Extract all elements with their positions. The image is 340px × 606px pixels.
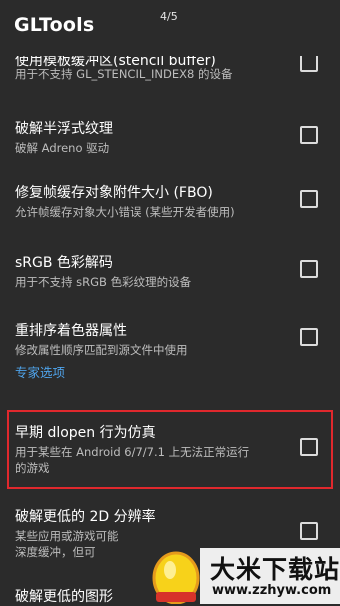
checkbox[interactable]: [300, 260, 318, 278]
setting-summary: 破解 Adreno 驱动: [15, 141, 110, 155]
setting-summary-line2: 深度缓冲，但可: [15, 545, 96, 559]
page-indicator: 4/5: [160, 10, 178, 23]
setting-summary: 允许帧缓存对象大小错误 (某些开发者使用): [15, 205, 235, 219]
setting-title: 破解更低的图形: [15, 589, 113, 605]
setting-title: 重排序着色器属性: [15, 323, 127, 339]
setting-title: 修复帧缓存对象附件大小 (FBO): [15, 185, 213, 201]
setting-srgb-decode[interactable]: sRGB 色彩解码 用于不支持 sRGB 色彩纹理的设备: [0, 238, 340, 306]
rice-logo-icon: [152, 551, 200, 604]
section-header-expert: 专家选项: [15, 365, 66, 380]
checkbox[interactable]: [300, 522, 318, 540]
setting-summary: 用于不支持 GL_STENCIL_INDEX8 的设备: [15, 67, 233, 81]
app-title: GLTools: [14, 14, 95, 36]
checkbox[interactable]: [300, 190, 318, 208]
watermark-brand: 大米下载站: [210, 555, 340, 584]
setting-half-float-texture[interactable]: 破解半浮式纹理 破解 Adreno 驱动: [0, 104, 340, 172]
setting-summary-line1: 用于某些在 Android 6/7/7.1 上无法正常运行: [15, 445, 250, 459]
checkbox[interactable]: [300, 438, 318, 456]
setting-title: 破解更低的 2D 分辨率: [15, 509, 156, 525]
setting-summary-line1: 某些应用或游戏可能: [15, 529, 119, 543]
setting-summary: 用于不支持 sRGB 色彩纹理的设备: [15, 275, 192, 289]
checkbox[interactable]: [300, 328, 318, 346]
app-bar: GLTools 4/5: [0, 0, 340, 56]
setting-fbo-size[interactable]: 修复帧缓存对象附件大小 (FBO) 允许帧缓存对象大小错误 (某些开发者使用): [0, 168, 340, 236]
setting-summary-line2: 的游戏: [15, 461, 50, 475]
watermark: 大米下载站 www.zzhyw.com: [140, 548, 340, 604]
checkbox[interactable]: [300, 54, 318, 72]
setting-summary: 修改属性顺序匹配到源文件中使用: [15, 343, 188, 357]
setting-title: 早期 dlopen 行为仿真: [15, 425, 156, 441]
setting-title: 破解半浮式纹理: [15, 121, 113, 137]
checkbox[interactable]: [300, 126, 318, 144]
setting-title: sRGB 色彩解码: [15, 255, 113, 271]
setting-early-dlopen[interactable]: 早期 dlopen 行为仿真 用于某些在 Android 6/7/7.1 上无法…: [0, 408, 340, 488]
watermark-url: www.zzhyw.com: [212, 583, 332, 598]
